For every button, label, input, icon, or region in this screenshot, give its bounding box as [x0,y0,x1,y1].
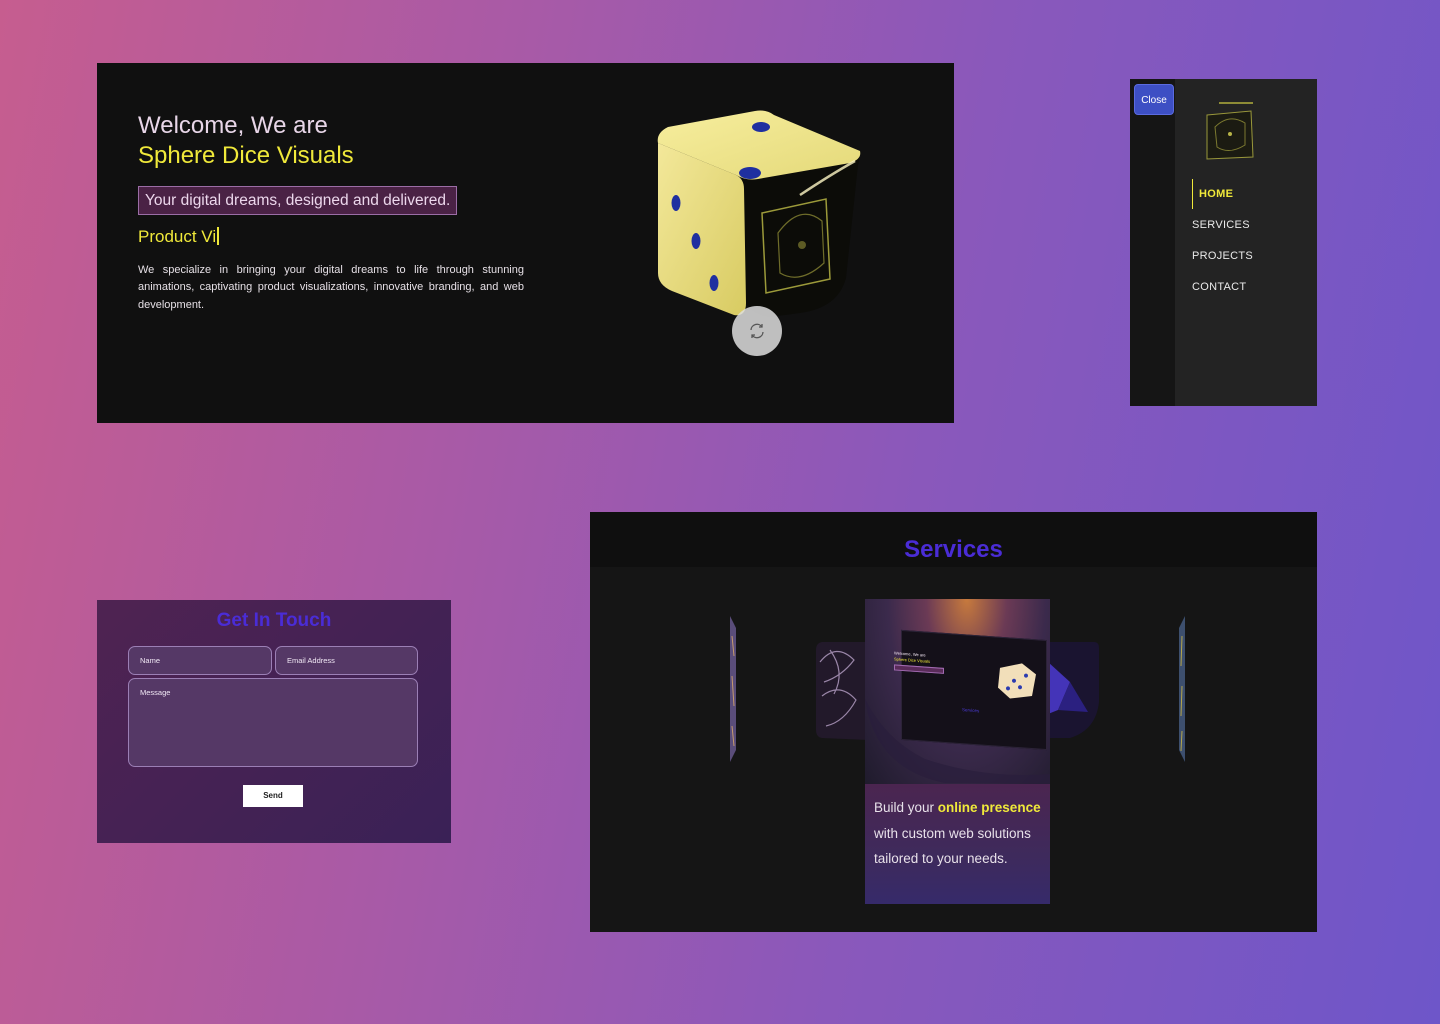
send-button[interactable]: Send [243,785,303,807]
name-field[interactable]: Name [128,646,272,675]
hero-panel: Welcome, We are Sphere Dice Visuals Your… [97,63,954,423]
service-card-description: Build your online presence with custom w… [874,795,1046,872]
menu-side-rail [1130,79,1175,406]
service-card-web-development[interactable]: Welcome, We are Sphere Dice Visuals Serv… [865,599,1050,904]
card-text-after: with custom web solutions tailored to yo… [874,825,1031,867]
carousel-card-far-right[interactable] [1178,616,1186,762]
hero-brand-name: Sphere Dice Visuals [138,142,354,169]
contact-title: Get In Touch [216,610,332,631]
refresh-icon [750,323,764,339]
carousel-card-right[interactable] [1048,642,1100,738]
hero-welcome-heading: Welcome, We are [138,112,328,139]
card-corner-curve [865,699,1050,784]
card-text-before: Build your [874,800,938,815]
card-text-highlight: online presence [937,800,1041,815]
mini-tagline-bar [894,664,944,674]
hero-tagline: Your digital dreams, designed and delive… [138,186,458,215]
email-field[interactable]: Email Address [275,646,418,675]
services-title: Services [904,536,1003,563]
sphere-dice-logo[interactable] [1199,99,1259,164]
hero-typewriter: Product Vi [138,227,220,247]
nav-item-projects[interactable]: PROJECTS [1192,250,1253,281]
carousel-card-left[interactable] [816,642,868,740]
dice-3d-model[interactable] [650,103,880,328]
menu-nav: HOME SERVICES PROJECTS CONTACT [1192,179,1253,312]
typing-caret [217,227,220,245]
services-panel: Services Welcome, We are Sphere Dice Vis… [590,512,1317,932]
mini-dice-icon [998,663,1036,699]
rotate-view-button[interactable] [732,306,782,356]
carousel-card-far-left[interactable] [729,616,737,762]
mobile-menu-panel: Close HOME SERVICES PROJECTS CONTACT [1130,79,1317,406]
nav-item-services[interactable]: SERVICES [1192,219,1253,250]
close-menu-button[interactable]: Close [1134,84,1174,115]
nav-item-contact[interactable]: CONTACT [1192,281,1253,312]
hero-description: We specialize in bringing your digital d… [138,264,524,311]
contact-panel: Get In Touch Name Email Address Message … [97,600,451,843]
message-field[interactable]: Message [128,678,418,767]
hero-typewriter-text: Product Vi [138,227,217,246]
nav-item-home[interactable]: HOME [1192,179,1253,219]
